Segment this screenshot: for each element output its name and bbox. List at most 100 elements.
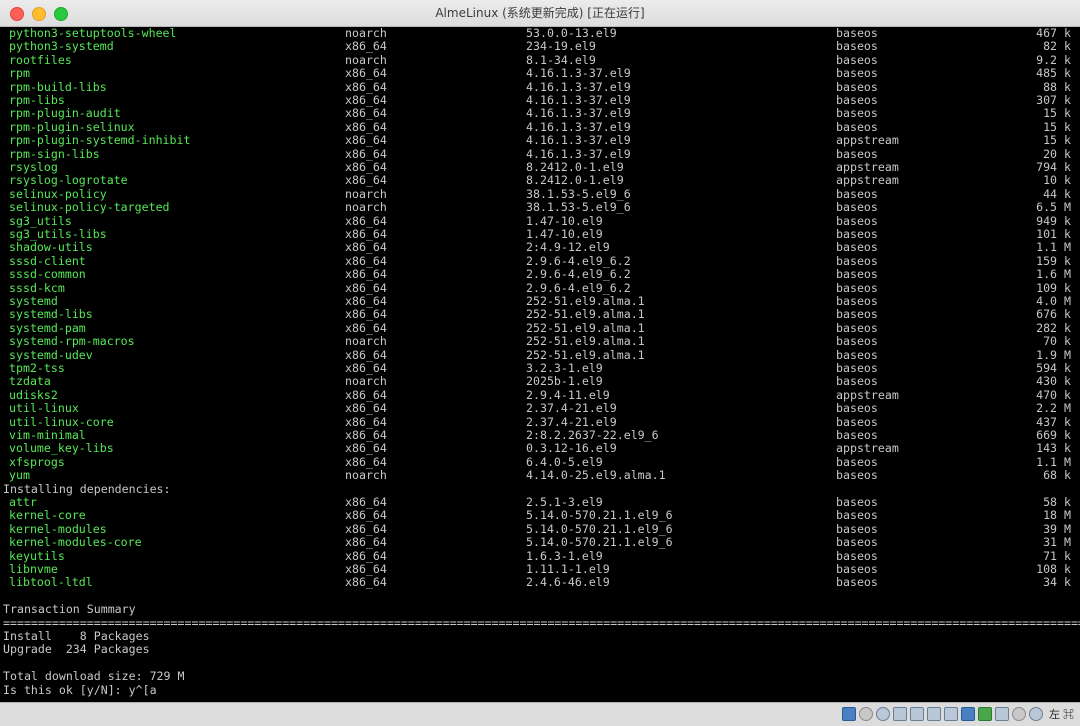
package-name: kernel-modules <box>9 521 107 536</box>
summary-separator-row: ========================================… <box>0 616 1080 630</box>
package-size: 15 k <box>1043 119 1071 134</box>
package-version: 2.9.6-4.el9_6.2 <box>526 267 631 282</box>
package-repo: baseos <box>836 307 878 322</box>
package-arch: x86_64 <box>345 160 387 174</box>
keyboard-capture-icon[interactable] <box>1011 707 1026 721</box>
package-version: 234-19.el9 <box>526 39 596 54</box>
package-row: rootfiles noarch 8.1-34.el9 baseos 9.2 k <box>0 53 1080 67</box>
package-repo: baseos <box>836 562 878 576</box>
package-row: tzdata noarch 2025b-1.el9 baseos 430 k <box>0 374 1080 389</box>
optical-drive-icon[interactable] <box>858 707 873 721</box>
package-row: rpm-plugin-audit x86_64 4.16.1.3-37.el9 bas… <box>0 106 1080 121</box>
package-repo: baseos <box>836 320 878 335</box>
package-name: selinux-policy <box>9 186 107 201</box>
package-size: 594 k <box>1036 361 1071 375</box>
package-size: 10 k <box>1043 173 1071 188</box>
package-name: shadow-utils <box>9 240 93 255</box>
package-version: 2:4.9-12.el9 <box>526 240 610 255</box>
package-size: 485 k <box>1036 66 1071 81</box>
package-size: 108 k <box>1036 562 1071 576</box>
package-row: rsyslog-logrotate x86_64 8.2412.0-1.el9 app… <box>0 173 1080 188</box>
package-name: udisks2 <box>9 387 58 402</box>
package-row: systemd-udev x86_64 252-51.el9.alma.1 baseo… <box>0 347 1080 362</box>
usb-icon[interactable] <box>909 707 924 721</box>
package-arch: x86_64 <box>345 39 387 54</box>
install-count-row: Install 8 Packages <box>0 629 1080 643</box>
package-size: 68 k <box>1043 468 1071 483</box>
terminal-screen[interactable]: python3-setuptools-wheel noarch 53.0.0-13.… <box>0 27 1080 702</box>
download-size: Total download size: 729 M <box>3 669 185 684</box>
display-icon[interactable] <box>943 707 958 721</box>
package-repo: baseos <box>836 414 878 429</box>
status-icons: 左 ⌘ <box>841 706 1074 722</box>
package-row: systemd-pam x86_64 252-51.el9.alma.1 baseos… <box>0 320 1080 335</box>
package-row: rpm-plugin-selinux x86_64 4.16.1.3-37.el9 b… <box>0 119 1080 134</box>
audio-icon[interactable] <box>875 707 890 721</box>
package-version: 53.0.0-13.el9 <box>526 27 617 40</box>
package-size: 430 k <box>1036 374 1071 389</box>
package-row: xfsprogs x86_64 6.4.0-5.el9 baseos 1.1 M <box>0 455 1080 469</box>
package-repo: baseos <box>836 347 878 362</box>
package-name: tpm2-tss <box>9 361 65 375</box>
package-row: python3-systemd x86_64 234-19.el9 baseos 82 … <box>0 39 1080 54</box>
package-name: systemd-udev <box>9 347 93 362</box>
package-row: sssd-kcm x86_64 2.9.6-4.el9_6.2 baseos 109 k <box>0 280 1080 295</box>
cpu-activity-icon[interactable] <box>977 707 992 721</box>
package-version: 4.16.1.3-37.el9 <box>526 106 631 121</box>
hard-disk-icon[interactable] <box>841 707 856 721</box>
package-version: 1.11.1-1.el9 <box>526 562 610 576</box>
package-name: rpm-build-libs <box>9 79 107 94</box>
package-size: 1.1 M <box>1036 240 1071 255</box>
package-name: rpm-sign-libs <box>9 146 100 161</box>
package-arch: x86_64 <box>345 562 387 576</box>
package-arch: x86_64 <box>345 401 387 416</box>
package-name: rpm-plugin-selinux <box>9 119 135 134</box>
package-size: 82 k <box>1043 39 1071 54</box>
package-row: sssd-common x86_64 2.9.6-4.el9_6.2 baseos 1.… <box>0 267 1080 282</box>
package-size: 31 M <box>1043 535 1071 550</box>
package-version: 4.16.1.3-37.el9 <box>526 66 631 81</box>
package-repo: baseos <box>836 27 878 40</box>
package-row: udisks2 x86_64 2.9.4-11.el9 appstream 470 k <box>0 387 1080 402</box>
package-size: 143 k <box>1036 441 1071 456</box>
confirm-prompt: Is this ok [y/N]: y^[a <box>3 682 157 697</box>
package-size: 18 M <box>1043 508 1071 523</box>
shared-folders-icon[interactable] <box>926 707 941 721</box>
package-name: keyutils <box>9 548 65 563</box>
package-name: systemd <box>9 294 58 308</box>
mouse-integration-icon[interactable] <box>994 707 1009 721</box>
package-version: 4.16.1.3-37.el9 <box>526 146 631 161</box>
package-name: rpm <box>9 66 30 81</box>
package-repo: baseos <box>836 106 878 121</box>
package-arch: x86_64 <box>345 267 387 282</box>
package-repo: baseos <box>836 575 878 590</box>
package-arch: x86_64 <box>345 227 387 241</box>
package-version: 4.16.1.3-37.el9 <box>526 79 631 94</box>
recording-icon[interactable] <box>960 707 975 721</box>
package-version: 1.47-10.el9 <box>526 213 603 228</box>
package-name: sssd-common <box>9 267 86 282</box>
blank-line-row <box>0 590 1080 603</box>
package-row: python3-setuptools-wheel noarch 53.0.0-13.… <box>0 27 1080 40</box>
package-name: systemd-rpm-macros <box>9 334 135 349</box>
package-version: 2.9.6-4.el9_6.2 <box>526 253 631 268</box>
package-arch: x86_64 <box>345 93 387 107</box>
package-arch: x86_64 <box>345 414 387 429</box>
package-repo: appstream <box>836 387 899 402</box>
package-version: 252-51.el9.alma.1 <box>526 334 645 349</box>
title-bar[interactable]: AlmeLinux (系统更新完成) [正在运行] <box>0 0 1080 27</box>
package-arch: x86_64 <box>345 441 387 456</box>
package-size: 470 k <box>1036 387 1071 402</box>
package-arch: x86_64 <box>345 280 387 295</box>
package-arch: x86_64 <box>345 548 387 563</box>
package-repo: baseos <box>836 146 878 161</box>
package-row: vim-minimal x86_64 2:8.2.2637-22.el9_6 base… <box>0 428 1080 442</box>
package-row: sssd-client x86_64 2.9.6-4.el9_6.2 baseos 15… <box>0 253 1080 268</box>
package-row: util-linux x86_64 2.37.4-21.el9 baseos 2.2 M <box>0 401 1080 416</box>
package-arch: x86_64 <box>345 387 387 402</box>
package-row: rpm x86_64 4.16.1.3-37.el9 baseos 485 k <box>0 66 1080 81</box>
network-icon[interactable] <box>892 707 907 721</box>
package-arch: x86_64 <box>345 253 387 268</box>
download-arrow-icon[interactable] <box>1028 707 1043 721</box>
section-header: Installing dependencies: <box>3 481 171 496</box>
